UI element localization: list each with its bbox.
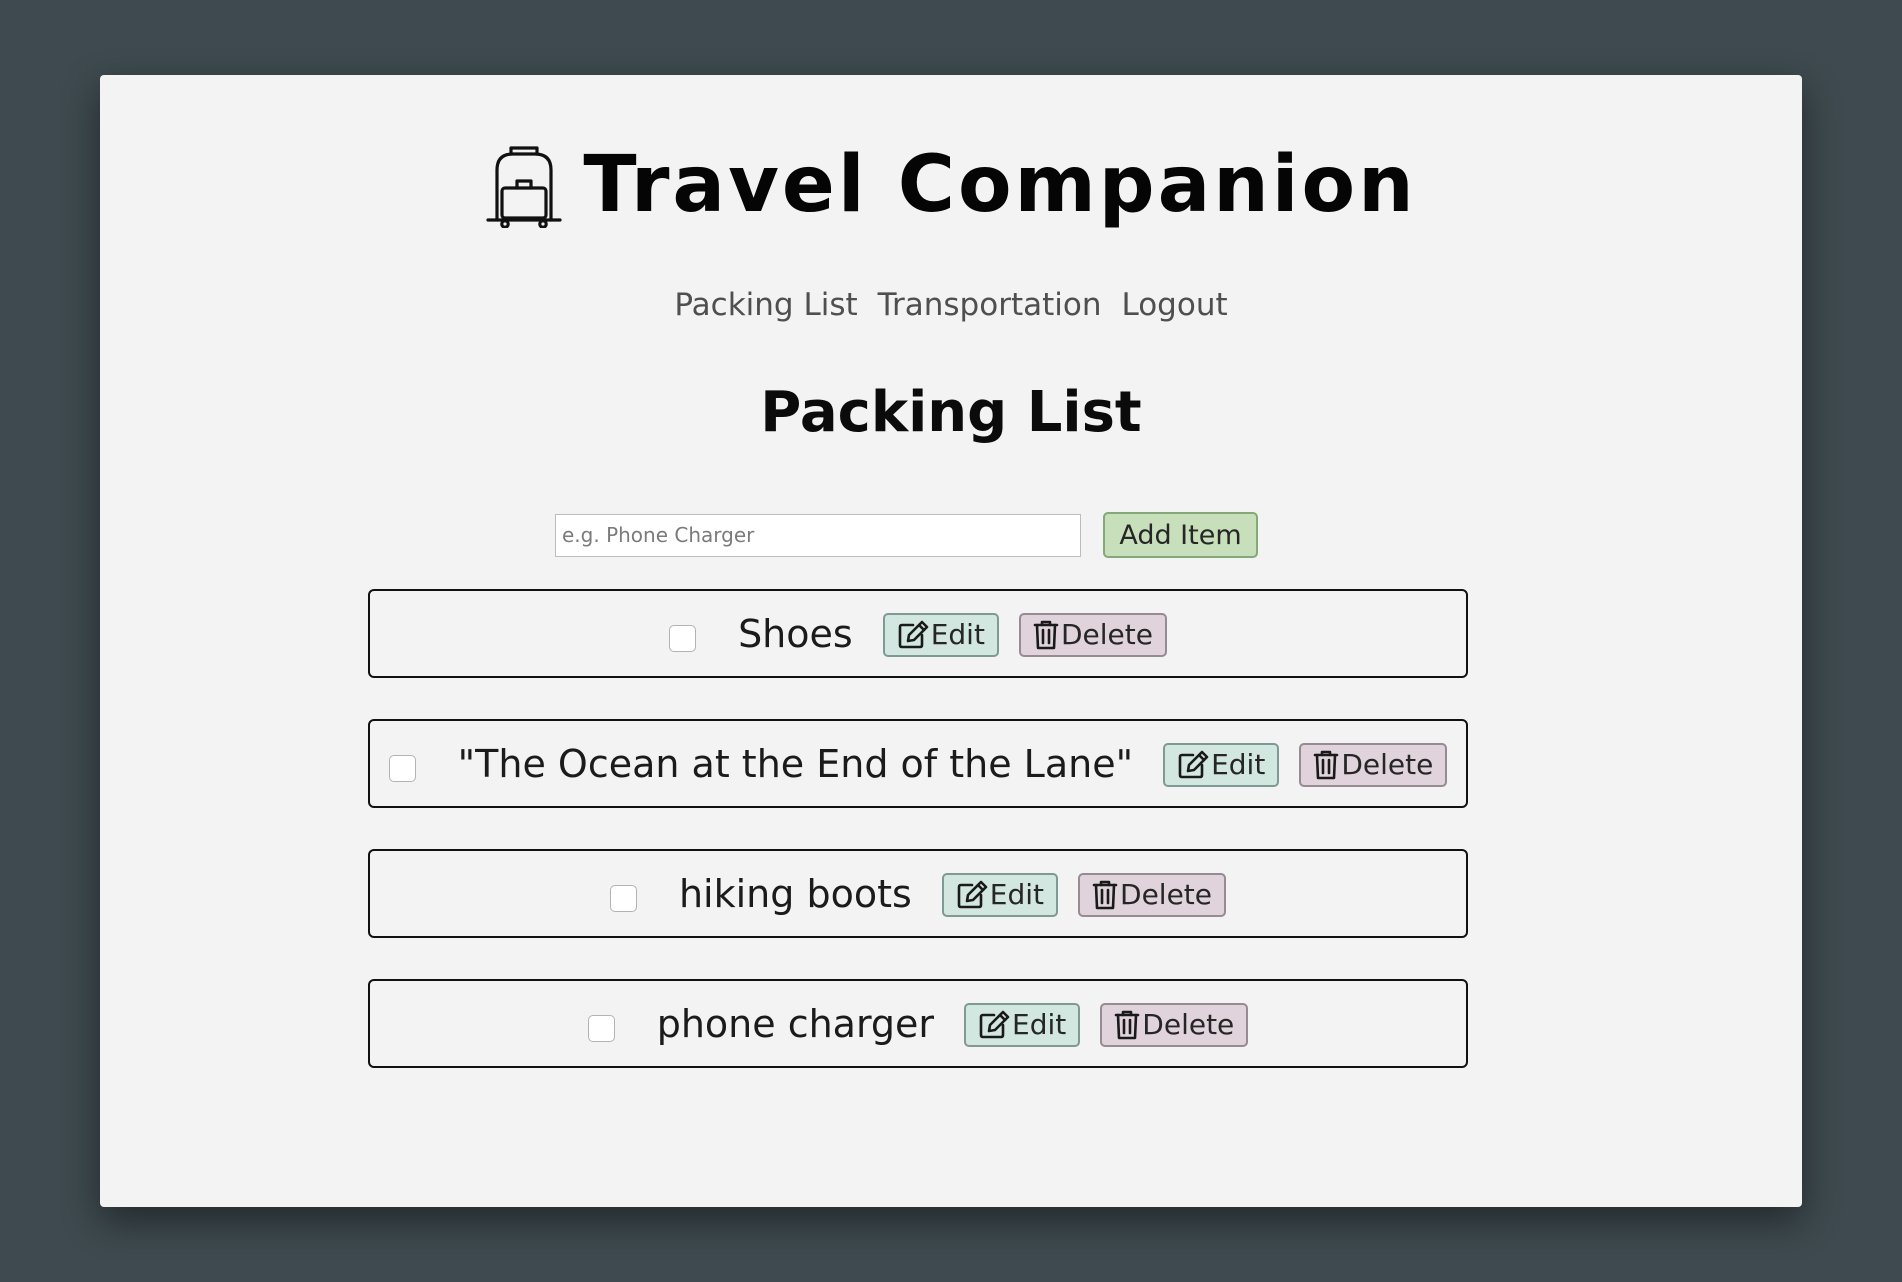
nav-transportation-link[interactable]: Transportation: [878, 287, 1102, 323]
delete-button[interactable]: Delete: [1100, 1002, 1249, 1047]
pencil-square-icon: [956, 880, 988, 910]
delete-button-label: Delete: [1142, 1008, 1235, 1041]
edit-button-label: Edit: [989, 878, 1045, 911]
list-item: hiking boots Edit Delete: [368, 849, 1468, 938]
list-item: phone charger Edit Delete: [368, 979, 1468, 1068]
app-header: Travel Companion: [100, 125, 1802, 245]
edit-button-label: Edit: [1012, 1008, 1067, 1041]
delete-button[interactable]: Delete: [1018, 612, 1167, 657]
edit-button[interactable]: Edit: [882, 612, 999, 657]
item-name: "The Ocean at the End of the Lane": [457, 741, 1134, 786]
edit-button-label: Edit: [930, 618, 985, 651]
list-item: "The Ocean at the End of the Lane" Edit: [368, 719, 1468, 808]
item-name: Shoes: [738, 611, 853, 656]
add-item-button[interactable]: Add Item: [1103, 512, 1258, 558]
delete-button[interactable]: Delete: [1078, 872, 1227, 917]
luggage-cart-icon: [485, 142, 563, 228]
pencil-square-icon: [1177, 750, 1209, 780]
page-title: Packing List: [760, 380, 1142, 445]
item-checkbox[interactable]: [609, 885, 637, 912]
item-checkbox[interactable]: [388, 755, 416, 782]
main-card: Travel Companion Packing List Transporta…: [100, 75, 1802, 1207]
nav-logout-link[interactable]: Logout: [1121, 287, 1227, 323]
new-item-input[interactable]: [555, 513, 1081, 557]
packing-items-list: Shoes Edit Delete "The Ocean at the End …: [368, 589, 1468, 1109]
nav-packing-list-link[interactable]: Packing List: [674, 287, 857, 323]
delete-button-label: Delete: [1341, 748, 1434, 781]
delete-button-label: Delete: [1060, 618, 1153, 651]
add-item-form: Add Item: [555, 512, 1258, 558]
edit-button[interactable]: Edit: [1163, 742, 1280, 787]
main-nav: Packing List Transportation Logout: [100, 287, 1802, 323]
trash-icon: [1092, 879, 1118, 911]
item-name: hiking boots: [678, 871, 912, 916]
trash-icon: [1313, 749, 1339, 781]
trash-icon: [1033, 619, 1059, 651]
trash-icon: [1114, 1009, 1140, 1041]
pencil-square-icon: [897, 620, 929, 650]
delete-button[interactable]: Delete: [1299, 742, 1448, 787]
edit-button[interactable]: Edit: [964, 1002, 1081, 1047]
edit-button[interactable]: Edit: [941, 872, 1059, 917]
delete-button-label: Delete: [1120, 878, 1213, 911]
list-item: Shoes Edit Delete: [368, 589, 1468, 678]
item-name: phone charger: [656, 1001, 935, 1046]
edit-button-label: Edit: [1211, 748, 1266, 781]
app-title: Travel Companion: [583, 140, 1417, 230]
item-checkbox[interactable]: [669, 625, 697, 652]
item-checkbox[interactable]: [587, 1015, 615, 1042]
pencil-square-icon: [978, 1010, 1010, 1040]
